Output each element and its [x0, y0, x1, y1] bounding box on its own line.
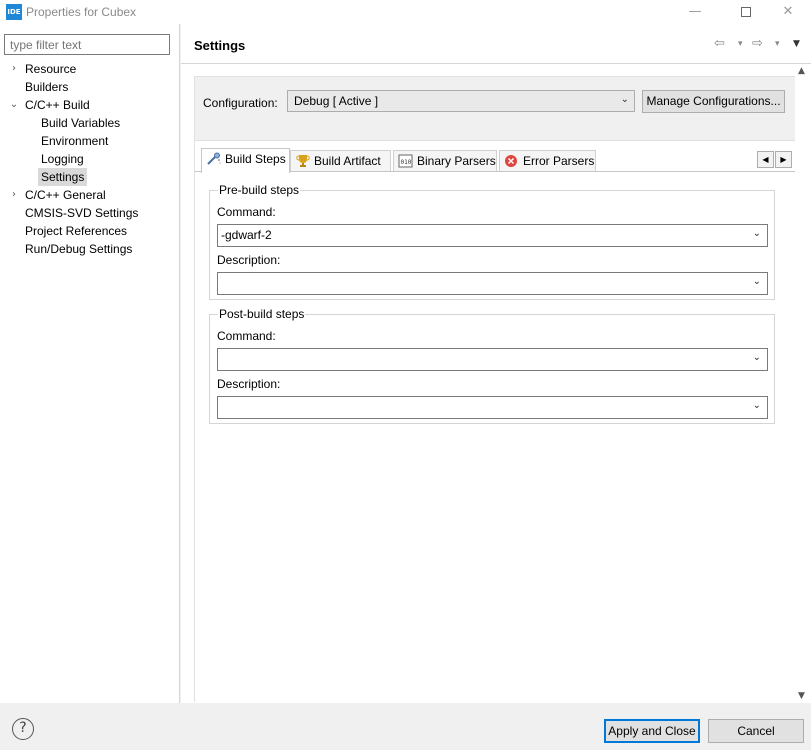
- postbuild-description-field[interactable]: ⌄: [217, 396, 768, 419]
- back-arrow-icon[interactable]: ⇦: [714, 36, 725, 51]
- tab-build-artifact[interactable]: Build Artifact: [290, 150, 391, 172]
- prebuild-command-label: Command:: [217, 205, 276, 219]
- tab-scroll-left-button[interactable]: ◀: [757, 151, 774, 168]
- chevron-down-icon: ⌄: [620, 94, 629, 105]
- minimize-button[interactable]: —: [672, 0, 718, 24]
- tree-item-label: Run/Debug Settings: [25, 242, 133, 256]
- button-bar: ? Apply and Close Cancel: [0, 703, 811, 750]
- tab-scroll-right-button[interactable]: ▶: [775, 151, 792, 168]
- cancel-button[interactable]: Cancel: [708, 719, 804, 743]
- configuration-select[interactable]: Debug [ Active ] ⌄: [287, 90, 635, 112]
- vertical-scrollbar[interactable]: ▲ ▼: [795, 64, 811, 703]
- chevron-right-icon[interactable]: ›: [8, 60, 20, 78]
- close-button[interactable]: ✕: [765, 0, 811, 24]
- tab-build-steps[interactable]: Build Steps: [201, 148, 290, 173]
- tree-item-label: Project References: [25, 224, 128, 238]
- page-title: Settings: [194, 38, 246, 53]
- trophy-icon: [296, 154, 310, 167]
- configuration-value: Debug [ Active ]: [294, 94, 379, 108]
- postbuild-description-label: Description:: [217, 377, 281, 391]
- tree-item-c-c-general[interactable]: › C/C++ General: [0, 186, 180, 204]
- build-steps-panel: Pre-build steps Command: -gdwarf-2 ⌄ Des…: [195, 171, 798, 702]
- tab-label: Build Steps: [225, 152, 286, 166]
- tab-error-parsers[interactable]: Error Parsers: [499, 150, 596, 172]
- tree-item-environment[interactable]: Environment: [0, 132, 180, 150]
- title-bar: IDE Properties for Cubex — ✕: [0, 0, 811, 24]
- tree-item-label: Settings: [38, 168, 88, 186]
- window-title: Properties for Cubex: [26, 5, 137, 19]
- tree-item-project-references[interactable]: Project References: [0, 222, 180, 240]
- maximize-icon: [741, 6, 751, 17]
- tree-item-label: Environment: [41, 134, 109, 148]
- tree-item-label: Resource: [25, 62, 77, 76]
- forward-dropdown-icon[interactable]: ▾: [775, 39, 780, 49]
- scroll-down-icon[interactable]: ▼: [798, 691, 805, 701]
- tree-item-label: Logging: [41, 152, 84, 166]
- tree-item-resource[interactable]: › Resource: [0, 60, 180, 78]
- app-icon: IDE: [6, 4, 22, 20]
- tree-item-label: C/C++ General: [25, 188, 106, 202]
- tab-binary-parsers[interactable]: 010 Binary Parsers: [393, 150, 497, 172]
- maximize-button[interactable]: [723, 0, 769, 24]
- tree-item-builders[interactable]: Builders: [0, 78, 180, 96]
- tree-item-cmsis-svd-settings[interactable]: CMSIS-SVD Settings: [0, 204, 180, 222]
- tree-item-logging[interactable]: Logging: [0, 150, 180, 168]
- view-menu-icon[interactable]: ▼: [793, 39, 800, 49]
- prebuild-description-field[interactable]: ⌄: [217, 272, 768, 295]
- tree-item-label: Builders: [25, 80, 69, 94]
- property-tree: › Resource Builders ⌄ C/C++ Build Build Varia…: [0, 60, 180, 258]
- chevron-down-icon[interactable]: ⌄: [753, 400, 761, 411]
- help-icon[interactable]: ?: [12, 718, 34, 740]
- back-dropdown-icon[interactable]: ▾: [738, 39, 743, 49]
- tree-item-settings[interactable]: Settings: [0, 168, 180, 186]
- chevron-down-icon[interactable]: ⌄: [753, 352, 761, 363]
- tree-item-run-debug-settings[interactable]: Run/Debug Settings: [0, 240, 180, 258]
- configuration-box: Configuration: Debug [ Active ] ⌄ Manage…: [195, 77, 798, 141]
- filter-input[interactable]: [4, 34, 170, 55]
- prebuild-group: Pre-build steps Command: -gdwarf-2 ⌄ Des…: [209, 183, 775, 300]
- settings-content: Configuration: Debug [ Active ] ⌄ Manage…: [194, 76, 798, 702]
- tab-label: Binary Parsers: [417, 154, 496, 168]
- build-steps-icon: [207, 152, 221, 165]
- left-panel: › Resource Builders ⌄ C/C++ Build Build Varia…: [0, 24, 180, 703]
- tab-label: Error Parsers: [523, 154, 595, 168]
- tab-bar: Build Steps Build Artifact 010 Binary Pa…: [195, 148, 798, 173]
- chevron-down-icon[interactable]: ⌄: [8, 96, 20, 114]
- tree-item-label: Build Variables: [41, 116, 121, 130]
- tree-item-c-c-build[interactable]: ⌄ C/C++ Build: [0, 96, 180, 114]
- postbuild-group: Post-build steps Command: ⌄ Description:…: [209, 307, 775, 424]
- chevron-right-icon[interactable]: ›: [8, 186, 20, 204]
- tree-item-build-variables[interactable]: Build Variables: [0, 114, 180, 132]
- prebuild-description-label: Description:: [217, 253, 281, 267]
- prebuild-command-field[interactable]: -gdwarf-2 ⌄: [217, 224, 768, 247]
- tab-label: Build Artifact: [314, 154, 381, 168]
- error-icon: [505, 154, 517, 167]
- manage-configurations-button[interactable]: Manage Configurations...: [642, 90, 785, 113]
- prebuild-command-value: -gdwarf-2: [221, 228, 272, 242]
- apply-and-close-button[interactable]: Apply and Close: [604, 719, 700, 743]
- forward-arrow-icon[interactable]: ⇨: [752, 36, 763, 51]
- postbuild-command-label: Command:: [217, 329, 276, 343]
- chevron-down-icon[interactable]: ⌄: [753, 228, 761, 239]
- chevron-down-icon[interactable]: ⌄: [753, 276, 761, 287]
- prebuild-title: Pre-build steps: [218, 183, 301, 197]
- postbuild-title: Post-build steps: [218, 307, 306, 321]
- settings-header: Settings ⇦ ▾ ⇨ ▾ ▼: [181, 24, 811, 64]
- binary-icon: 010: [398, 154, 413, 168]
- tree-item-label: C/C++ Build: [25, 98, 90, 112]
- scroll-up-icon[interactable]: ▲: [798, 66, 805, 76]
- svg-text:010: 010: [401, 159, 412, 166]
- tree-item-label: CMSIS-SVD Settings: [25, 206, 139, 220]
- right-panel: Settings ⇦ ▾ ⇨ ▾ ▼ Configuration: Debug …: [181, 24, 811, 703]
- postbuild-command-field[interactable]: ⌄: [217, 348, 768, 371]
- configuration-label: Configuration:: [203, 96, 278, 110]
